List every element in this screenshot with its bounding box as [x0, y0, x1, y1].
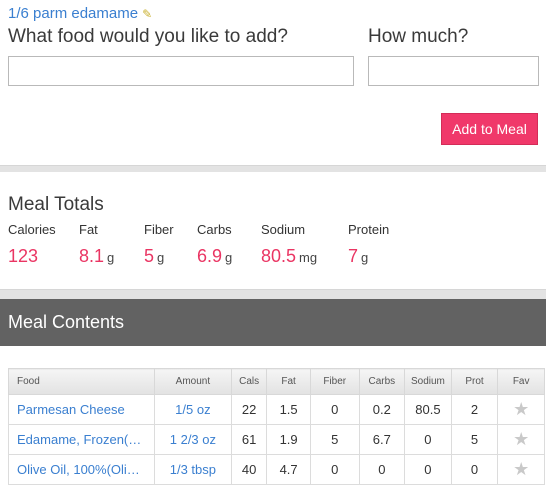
- table-row: Olive Oil, 100%(Oli… 1/3 tbsp 40 4.7 0 0…: [8, 454, 545, 485]
- table-row: Edamame, Frozen(… 1 2/3 oz 61 1.9 5 6.7 …: [8, 424, 545, 455]
- total-protein: Protein 7g: [348, 222, 389, 267]
- pencil-icon[interactable]: ✎: [142, 7, 152, 21]
- prot-cell: 5: [450, 424, 499, 455]
- sodium-cell: 80.5: [404, 394, 452, 425]
- column-header-sodium[interactable]: Sodium: [404, 368, 452, 395]
- nutrient-unit: g: [157, 250, 165, 265]
- star-icon[interactable]: ★: [513, 459, 529, 479]
- food-name-link[interactable]: Parmesan Cheese: [8, 394, 155, 425]
- nutrient-unit: mg: [299, 250, 318, 265]
- nutrient-label: Sodium: [261, 222, 306, 237]
- star-icon[interactable]: ★: [513, 429, 529, 449]
- nutrient-label: Protein: [348, 222, 390, 237]
- nutrient-label: Carbs: [197, 222, 232, 237]
- fav-cell: ★: [497, 394, 545, 425]
- meal-totals-title: Meal Totals: [8, 194, 104, 215]
- food-name-link[interactable]: Edamame, Frozen(…: [8, 424, 155, 455]
- cals-cell: 40: [230, 454, 268, 485]
- fav-cell: ★: [497, 454, 545, 485]
- carbs-cell: 0.2: [358, 394, 406, 425]
- fiber-cell: 5: [309, 424, 360, 455]
- add-to-meal-button[interactable]: Add to Meal: [441, 113, 538, 145]
- cals-cell: 22: [230, 394, 268, 425]
- nutrient-unit: g: [107, 250, 115, 265]
- cals-cell: 61: [230, 424, 268, 455]
- nutrient-value: 6.9: [197, 246, 223, 266]
- divider: [0, 289, 546, 299]
- fav-cell: ★: [497, 424, 545, 455]
- fiber-cell: 0: [309, 394, 360, 425]
- divider: [0, 165, 546, 172]
- amount-label: How much?: [368, 26, 469, 47]
- table-row: Parmesan Cheese 1/5 oz 22 1.5 0 0.2 80.5…: [8, 394, 545, 425]
- column-header-fiber[interactable]: Fiber: [309, 368, 360, 395]
- column-header-food[interactable]: Food: [8, 368, 155, 395]
- nutrient-label: Fat: [79, 222, 98, 237]
- amount-link[interactable]: 1/5 oz: [153, 394, 232, 425]
- total-calories: Calories 123: [8, 222, 56, 267]
- nutrient-value: 80.5: [261, 246, 297, 266]
- prot-cell: 0: [450, 454, 499, 485]
- column-header-prot[interactable]: Prot: [450, 368, 499, 395]
- fat-cell: 4.7: [266, 454, 311, 485]
- fat-cell: 1.9: [266, 424, 311, 455]
- meal-name[interactable]: 1/6 parm edamame: [8, 5, 138, 22]
- column-header-fav: Fav: [497, 368, 545, 395]
- food-search-input[interactable]: [8, 56, 354, 86]
- nutrient-label: Fiber: [144, 222, 174, 237]
- carbs-cell: 0: [358, 454, 406, 485]
- carbs-cell: 6.7: [358, 424, 406, 455]
- prot-cell: 2: [450, 394, 499, 425]
- nutrient-unit: g: [225, 250, 233, 265]
- total-sodium: Sodium 80.5 mg: [261, 222, 317, 267]
- meal-contents-table: Food Amount Cals Fat Fiber Carbs Sodium …: [8, 368, 545, 485]
- amount-input[interactable]: [368, 56, 539, 86]
- total-carbs: Carbs 6.9 g: [197, 222, 232, 267]
- total-fiber: Fiber 5g: [144, 222, 174, 267]
- sodium-cell: 0: [404, 454, 452, 485]
- nutrient-label: Calories: [8, 222, 56, 237]
- food-label: What food would you like to add?: [8, 26, 288, 47]
- sodium-cell: 0: [404, 424, 452, 455]
- meal-contents-header: Meal Contents: [0, 299, 546, 346]
- amount-link[interactable]: 1 2/3 oz: [153, 424, 232, 455]
- meal-name-link[interactable]: 1/6 parm edamame ✎: [8, 5, 152, 22]
- column-header-cals[interactable]: Cals: [230, 368, 268, 395]
- food-name-link[interactable]: Olive Oil, 100%(Oli…: [8, 454, 155, 485]
- nutrient-unit: g: [361, 250, 369, 265]
- column-header-fat[interactable]: Fat: [266, 368, 311, 395]
- column-header-amount[interactable]: Amount: [153, 368, 232, 395]
- star-icon[interactable]: ★: [513, 399, 529, 419]
- amount-link[interactable]: 1/3 tbsp: [153, 454, 232, 485]
- fat-cell: 1.5: [266, 394, 311, 425]
- nutrient-value: 5: [144, 246, 155, 266]
- table-header-row: Food Amount Cals Fat Fiber Carbs Sodium …: [8, 368, 545, 395]
- column-header-carbs[interactable]: Carbs: [358, 368, 406, 395]
- meal-contents-title: Meal Contents: [8, 312, 125, 332]
- nutrient-value: 7: [348, 246, 359, 266]
- nutrient-value: 123: [8, 246, 39, 266]
- total-fat: Fat 8.1 g: [79, 222, 114, 267]
- fiber-cell: 0: [309, 454, 360, 485]
- nutrient-value: 8.1: [79, 246, 105, 266]
